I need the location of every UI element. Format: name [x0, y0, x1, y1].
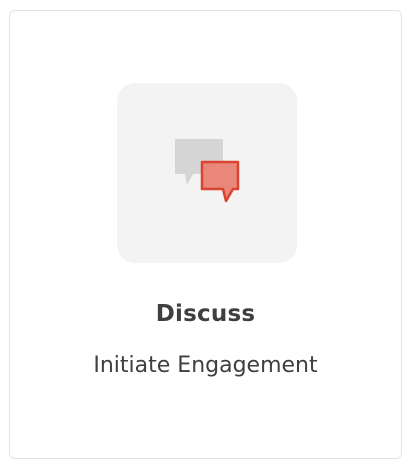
- front-bubble-shape: [200, 160, 240, 203]
- card-title: Discuss: [155, 301, 256, 327]
- card-subtitle: Initiate Engagement: [93, 353, 318, 378]
- icon-tile: [117, 83, 297, 263]
- discuss-card[interactable]: Discuss Initiate Engagement: [9, 10, 402, 459]
- chat-bubbles-icon: [175, 139, 240, 203]
